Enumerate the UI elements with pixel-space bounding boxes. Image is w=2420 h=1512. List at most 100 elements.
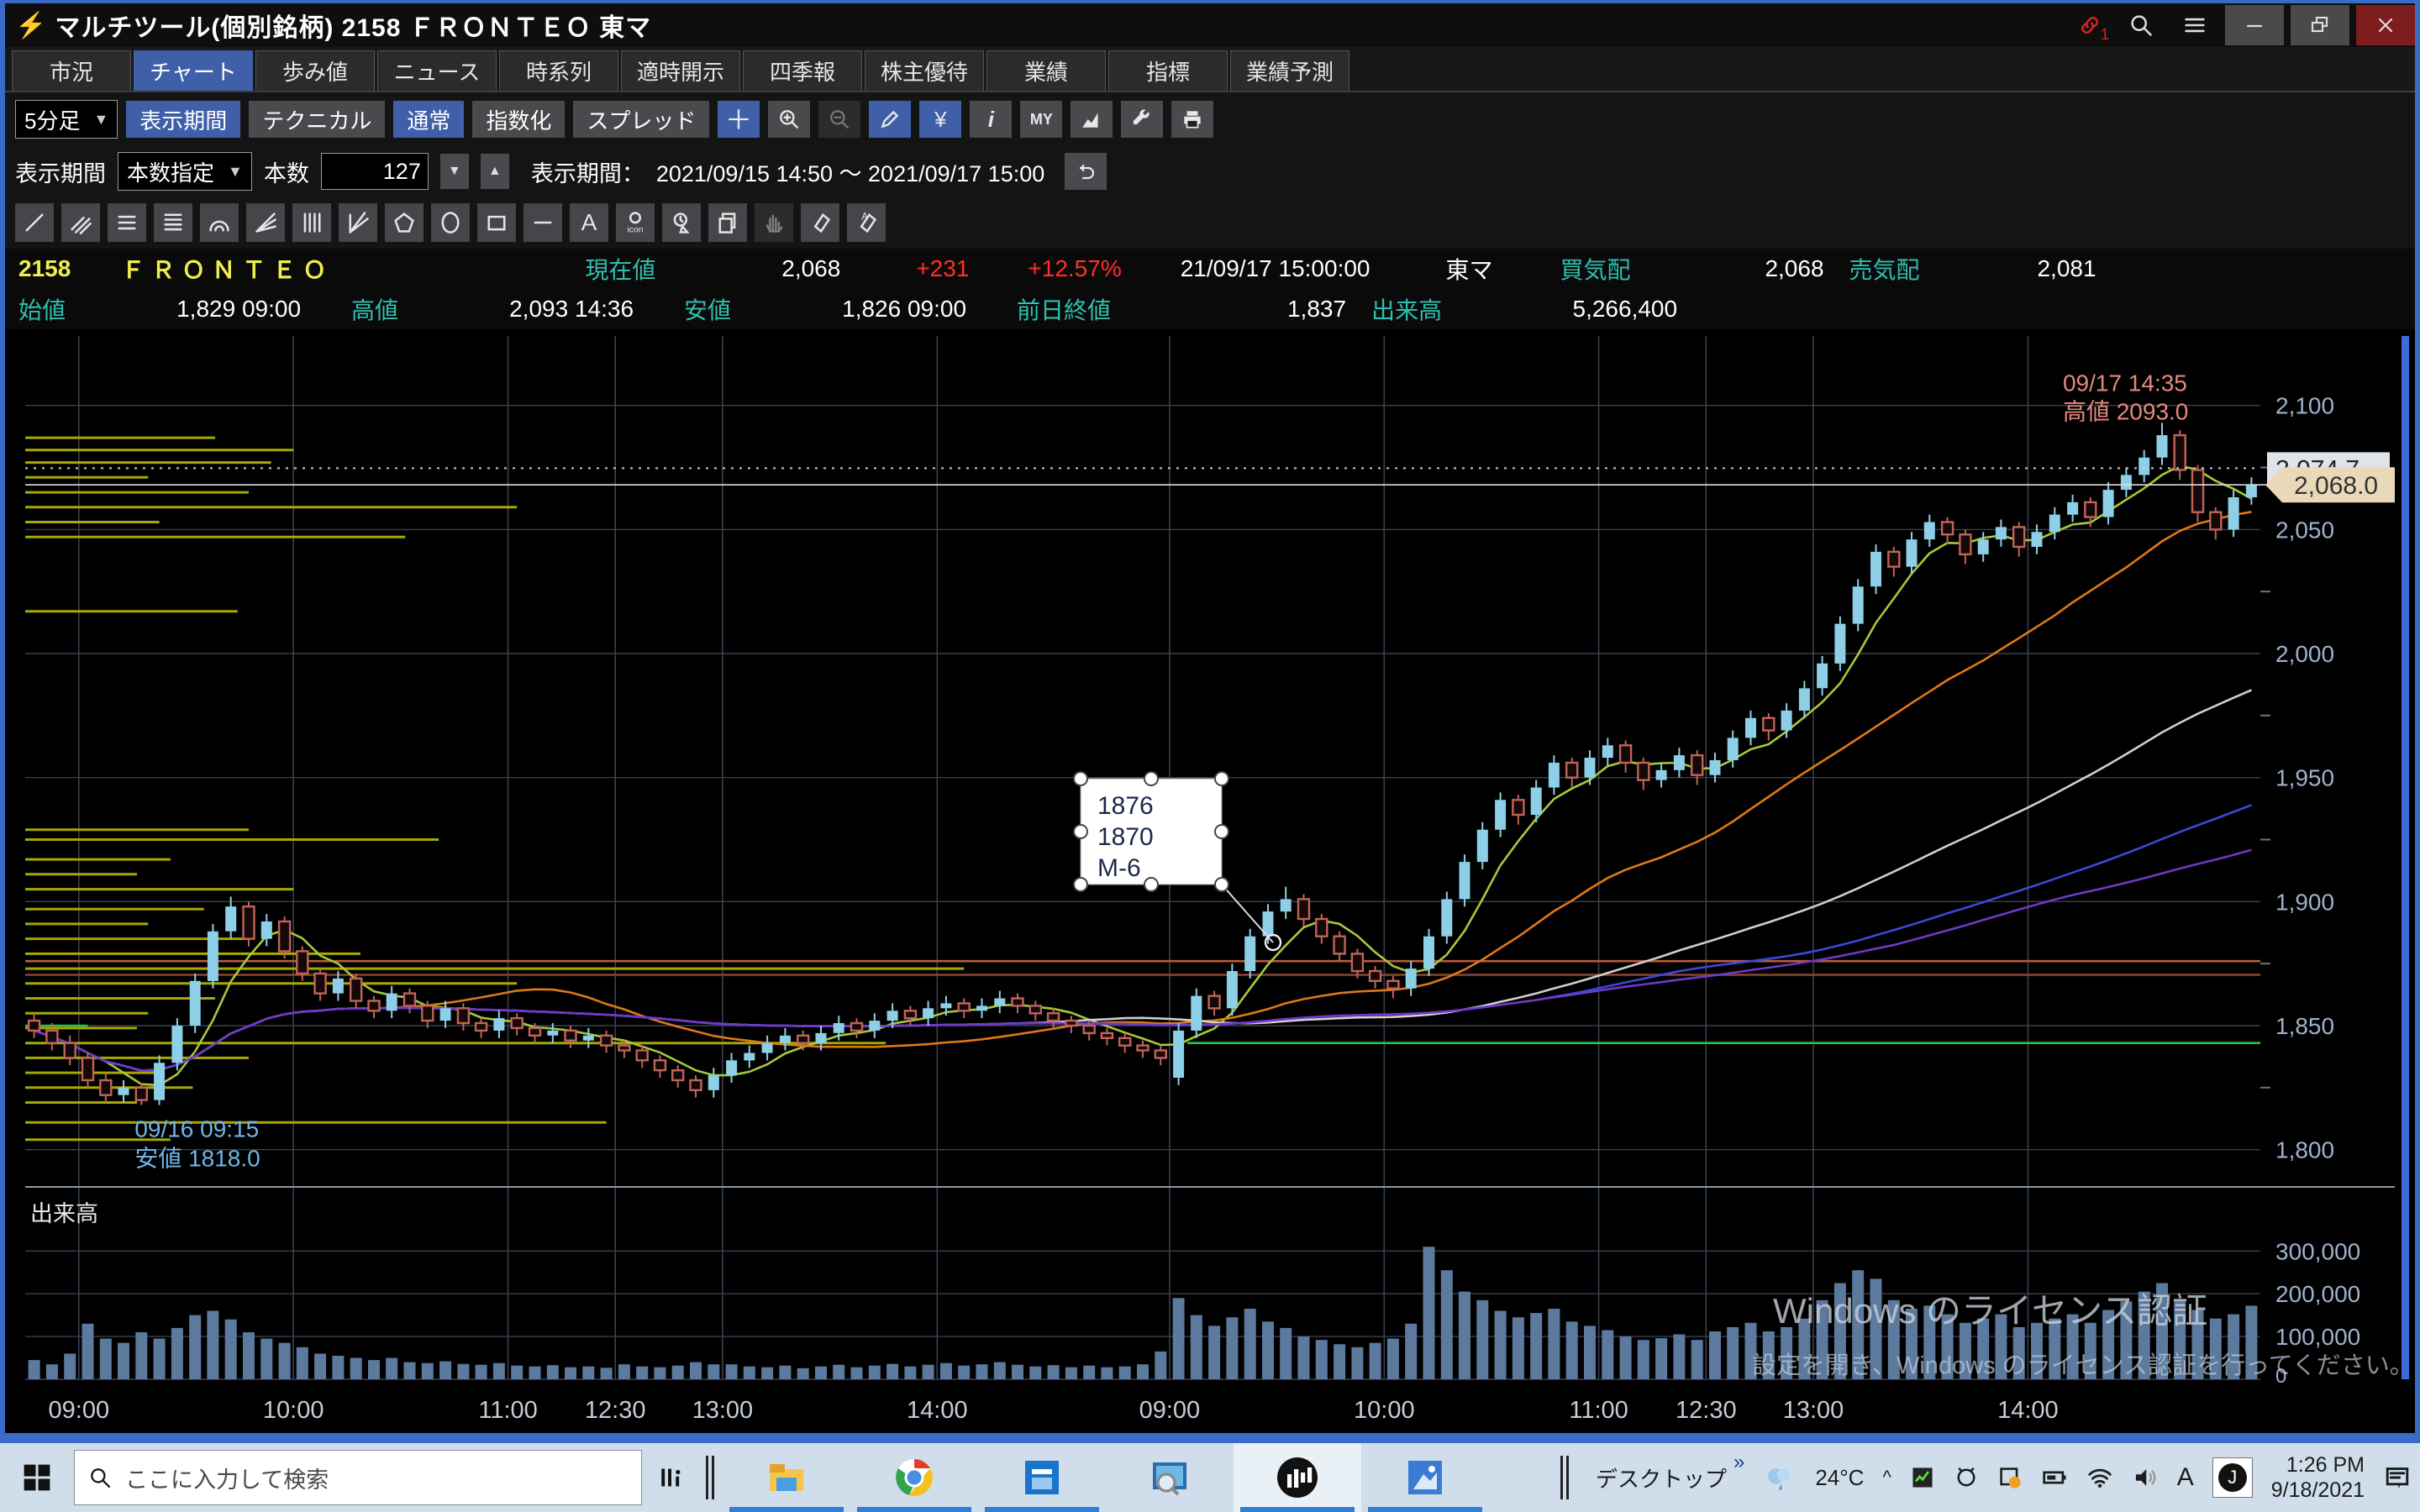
count-input[interactable]: 127 [321, 153, 429, 190]
draw-tool-rectangle-icon[interactable] [477, 203, 516, 242]
tab-時系列[interactable]: 時系列 [499, 50, 618, 91]
tray-camera-icon[interactable] [1954, 1465, 1979, 1490]
battery-icon[interactable] [2041, 1464, 2068, 1491]
start-button[interactable] [0, 1443, 74, 1512]
draw-tool-icon-stamp-icon[interactable]: icon [616, 203, 655, 242]
draw-tool-vlines-icon[interactable] [292, 203, 331, 242]
title-bar: ⚡ マルチツール(個別銘柄) 2158 ＦＲＯＮＴＥＯ 東マ 1 [5, 3, 2415, 47]
yen-icon[interactable]: ¥ [919, 101, 961, 138]
minimize-button[interactable] [2225, 5, 2284, 45]
stock-name: ＦＲＯＮＴＥＯ [121, 252, 333, 286]
draw-tool-hlines-4-icon[interactable] [154, 203, 192, 242]
wrench-icon[interactable] [1121, 101, 1163, 138]
area-chart-icon[interactable] [1071, 101, 1113, 138]
draw-tool-text-icon[interactable]: A [570, 203, 608, 242]
draw-tool-eraser-icon[interactable] [801, 203, 839, 242]
tab-指標[interactable]: 指標 [1108, 50, 1228, 91]
svg-text:2,000: 2,000 [2275, 641, 2334, 667]
link-group-icon[interactable]: 1 [2069, 5, 2111, 45]
quote-info-bar: 2158 ＦＲＯＮＴＥＯ 現在値2,068+231+12.57%21/09/17… [5, 249, 2415, 329]
reset-period-icon[interactable] [1065, 153, 1107, 190]
restore-button[interactable] [2291, 5, 2349, 45]
ime-language-icon[interactable]: J [2212, 1457, 2253, 1498]
tray-expand-button[interactable]: ^ [1882, 1467, 1891, 1488]
zoom-in-icon[interactable] [768, 101, 810, 138]
notification-center-icon[interactable] [2383, 1463, 2412, 1492]
search-icon[interactable] [2118, 5, 2165, 45]
tab-株主優待[interactable]: 株主優待 [865, 50, 984, 91]
wifi-icon[interactable] [2086, 1464, 2113, 1491]
draw-tool-fib-arc-icon[interactable] [200, 203, 239, 242]
tab-市況[interactable]: 市況 [12, 50, 131, 91]
draw-tool-copy-icon[interactable] [708, 203, 747, 242]
draw-tool-hsegment-icon[interactable] [523, 203, 562, 242]
tab-業績予測[interactable]: 業績予測 [1230, 50, 1349, 91]
close-button[interactable] [2356, 5, 2415, 45]
crosshair-icon[interactable] [718, 101, 760, 138]
field-label: 売気配 [1849, 252, 1920, 286]
svg-text:1870: 1870 [1097, 823, 1154, 851]
info-icon[interactable]: i [970, 101, 1012, 138]
svg-text:200,000: 200,000 [2275, 1281, 2360, 1307]
pencil-icon[interactable] [869, 101, 911, 138]
tab-歩み値[interactable]: 歩み値 [255, 50, 375, 91]
taskbar-clock[interactable]: 1:26 PM 9/18/2021 [2271, 1452, 2365, 1503]
weather-icon[interactable] [1763, 1461, 1797, 1494]
draw-tool-pentagon-icon[interactable] [385, 203, 424, 242]
tab-チャート[interactable]: チャート [134, 50, 253, 91]
count-down-button[interactable]: ▼ [440, 154, 469, 189]
field-label: 現在値 [585, 252, 655, 286]
field-label: 始値 [18, 292, 66, 326]
task-view-button[interactable] [642, 1443, 701, 1512]
spread-button[interactable]: スプレッド [573, 101, 709, 138]
field-value: 1,826 09:00 [773, 296, 966, 323]
draw-tool-line-icon[interactable] [15, 203, 54, 242]
indexed-button[interactable]: 指数化 [472, 101, 565, 138]
price-chart[interactable]: 2,1002,0502,0001,9501,9001,8501,800300,0… [5, 329, 2415, 1433]
draw-tool-eraser-all-icon[interactable]: A [847, 203, 886, 242]
taskbar-app-file-explorer[interactable] [723, 1443, 850, 1512]
taskbar-app-snip-app[interactable] [1106, 1443, 1234, 1512]
interval-select[interactable]: 5分足 ▼ [15, 100, 118, 139]
callout-annotation[interactable]: 18761870M-6 [1074, 772, 1281, 950]
draw-tool-hatched-line-icon[interactable] [61, 203, 100, 242]
print-icon[interactable] [1171, 101, 1213, 138]
taskbar-app-chrome[interactable] [850, 1443, 978, 1512]
count-up-button[interactable]: ▲ [481, 154, 509, 189]
tab-四季報[interactable]: 四季報 [743, 50, 862, 91]
menu-icon[interactable] [2171, 5, 2218, 45]
desktop-toolbar[interactable]: デスクトップ » [1596, 1462, 1744, 1494]
draw-tool-hlines-3-icon[interactable] [108, 203, 146, 242]
count-mode-select[interactable]: 本数指定 ▼ [118, 152, 252, 191]
clock-date: 9/18/2021 [2271, 1478, 2365, 1503]
svg-text:09:00: 09:00 [49, 1397, 110, 1424]
tray-ticker-icon[interactable] [1910, 1465, 1935, 1490]
tray-notify-app-icon[interactable] [1997, 1465, 2023, 1490]
taskbar-app-market-app[interactable] [1234, 1443, 1361, 1512]
tab-適時開示[interactable]: 適時開示 [621, 50, 740, 91]
taskbar-search[interactable]: ここに入力して検索 [74, 1450, 642, 1505]
taskbar-app-mail-app[interactable] [978, 1443, 1106, 1512]
draw-tool-ellipse-icon[interactable] [431, 203, 470, 242]
screen: ⚡ マルチツール(個別銘柄) 2158 ＦＲＯＮＴＥＯ 東マ 1 市況チャート歩… [0, 0, 2420, 1512]
chart-region: 2,1002,0502,0001,9501,9001,8501,800300,0… [5, 329, 2415, 1433]
zoom-out-icon[interactable] [818, 101, 860, 138]
technical-button[interactable]: テクニカル [249, 101, 385, 138]
my-chart-icon[interactable]: MY [1020, 101, 1062, 138]
draw-tool-drag-hand-icon[interactable] [755, 203, 793, 242]
draw-tool-fib-fan-icon[interactable] [246, 203, 285, 242]
field-value: 1,829 09:00 [108, 296, 301, 323]
taskbar-app-photos-app[interactable] [1361, 1443, 1489, 1512]
tab-業績[interactable]: 業績 [986, 50, 1106, 91]
svg-text:12:30: 12:30 [585, 1397, 646, 1424]
ime-mode-indicator[interactable]: A [2177, 1463, 2194, 1492]
field-value: 1,837 [1153, 296, 1346, 323]
tab-ニュース[interactable]: ニュース [377, 50, 497, 91]
volume-icon[interactable] [2132, 1464, 2159, 1491]
display-period-button[interactable]: 表示期間 [126, 101, 240, 138]
draw-tool-rays-icon[interactable] [339, 203, 377, 242]
normal-button[interactable]: 通常 [393, 101, 464, 138]
draw-tool-time-cycle-icon[interactable] [662, 203, 701, 242]
weather-temp[interactable]: 24°C [1815, 1465, 1864, 1491]
svg-text:11:00: 11:00 [478, 1397, 537, 1424]
